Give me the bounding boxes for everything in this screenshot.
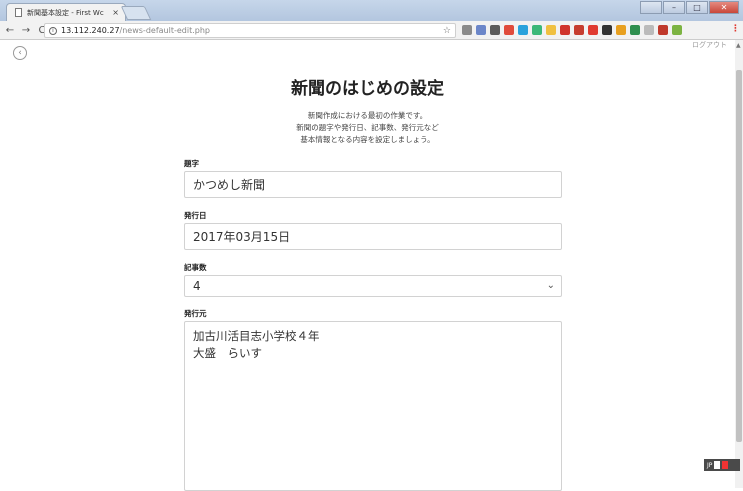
date-input[interactable]: 2017年03月15日 bbox=[184, 223, 562, 250]
extension-icon[interactable] bbox=[546, 25, 556, 35]
ime-indicator[interactable]: JP bbox=[704, 459, 740, 471]
maximize-button[interactable]: □ bbox=[686, 1, 708, 14]
page-icon bbox=[15, 8, 22, 17]
browser-tab[interactable]: 新聞基本設定 - First Wc × bbox=[6, 3, 126, 21]
forward-button[interactable]: → bbox=[20, 25, 32, 36]
tab-close-icon[interactable]: × bbox=[112, 8, 119, 17]
publisher-line: 加古川活目志小学校４年 bbox=[193, 329, 320, 343]
url-path: /news-default-edit.php bbox=[119, 26, 210, 35]
info-icon[interactable]: i bbox=[49, 26, 57, 35]
window-controls: – □ ✕ bbox=[640, 1, 739, 14]
intro-line: 新聞の題字や発行日、記事数、発行元など bbox=[296, 123, 439, 132]
tab-title: 新聞基本設定 - First Wc bbox=[27, 8, 104, 17]
count-select[interactable]: 4 ⌄ bbox=[184, 275, 562, 297]
ime-mode-icon bbox=[722, 461, 729, 469]
extension-icon[interactable] bbox=[658, 25, 668, 35]
scroll-up-icon[interactable]: ▲ bbox=[736, 42, 741, 49]
back-circle-icon[interactable]: ‹ bbox=[13, 46, 27, 60]
extension-icons bbox=[462, 25, 682, 35]
publisher-label: 発行元 bbox=[184, 309, 207, 318]
extension-icon[interactable] bbox=[630, 25, 640, 35]
back-button[interactable]: ← bbox=[4, 25, 16, 36]
page-content: ‹ ログアウト 新聞のはじめの設定 新聞作成における最初の作業です。 新聞の題字… bbox=[0, 40, 735, 491]
ime-label: JP bbox=[707, 461, 713, 469]
extension-icon[interactable] bbox=[532, 25, 542, 35]
intro-line: 基本情報となる内容を設定しましょう。 bbox=[300, 135, 435, 144]
new-tab-button[interactable] bbox=[120, 6, 152, 20]
extension-icon[interactable] bbox=[462, 25, 472, 35]
extension-icon[interactable] bbox=[672, 25, 682, 35]
scrollbar-thumb[interactable] bbox=[736, 70, 742, 442]
intro-line: 新聞作成における最初の作業です。 bbox=[307, 111, 428, 120]
extension-icon[interactable] bbox=[588, 25, 598, 35]
user-button[interactable] bbox=[640, 1, 662, 14]
extension-icon[interactable] bbox=[602, 25, 612, 35]
extension-icon[interactable] bbox=[504, 25, 514, 35]
browser-titlebar: 新聞基本設定 - First Wc × – □ ✕ bbox=[0, 0, 743, 21]
address-bar[interactable]: i 13.112.240.27 /news-default-edit.php ☆ bbox=[44, 23, 456, 38]
intro-text: 新聞作成における最初の作業です。 新聞の題字や発行日、記事数、発行元など 基本情… bbox=[0, 110, 735, 146]
extension-icon[interactable] bbox=[644, 25, 654, 35]
bookmark-star-icon[interactable]: ☆ bbox=[443, 26, 451, 36]
title-label: 題字 bbox=[184, 159, 199, 168]
url-host: 13.112.240.27 bbox=[61, 26, 120, 35]
page-title: 新聞のはじめの設定 bbox=[291, 79, 444, 99]
page-scrollbar[interactable]: ▲ bbox=[735, 40, 743, 488]
chevron-down-icon: ⌄ bbox=[546, 280, 555, 291]
extension-icon[interactable] bbox=[574, 25, 584, 35]
publisher-line: 大盛 らいす bbox=[193, 346, 262, 360]
extension-icon[interactable] bbox=[476, 25, 486, 35]
title-input[interactable]: かつめし新聞 bbox=[184, 171, 562, 198]
window-close-button[interactable]: ✕ bbox=[709, 1, 739, 14]
date-label: 発行日 bbox=[184, 211, 207, 220]
minimize-button[interactable]: – bbox=[663, 1, 685, 14]
browser-menu-icon[interactable]: ⋮ bbox=[731, 24, 740, 36]
count-label: 記事数 bbox=[184, 263, 207, 272]
ime-icon bbox=[714, 461, 721, 469]
logout-link[interactable]: ログアウト bbox=[692, 40, 727, 50]
extension-icon[interactable] bbox=[560, 25, 570, 35]
browser-toolbar: ← → C i 13.112.240.27 /news-default-edit… bbox=[0, 21, 743, 40]
count-value: 4 bbox=[193, 279, 201, 293]
extension-icon[interactable] bbox=[518, 25, 528, 35]
extension-icon[interactable] bbox=[616, 25, 626, 35]
extension-icon[interactable] bbox=[490, 25, 500, 35]
publisher-textarea[interactable]: 加古川活目志小学校４年 大盛 らいす bbox=[184, 321, 562, 491]
